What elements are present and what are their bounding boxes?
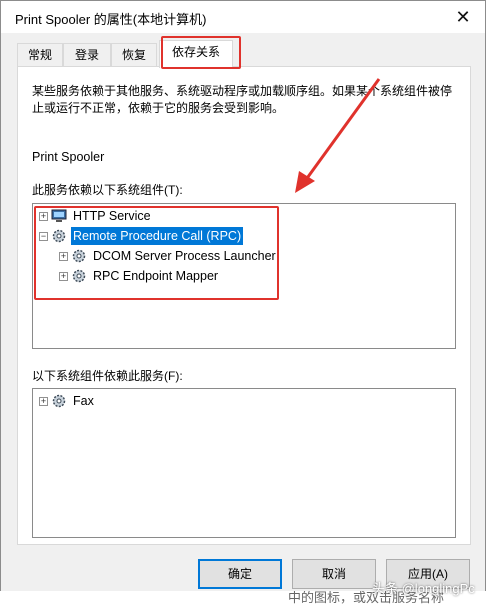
annotation-arrow-icon xyxy=(295,78,381,193)
annotation-tab-highlight xyxy=(161,36,241,69)
cancel-button[interactable]: 取消 xyxy=(292,559,376,589)
tab-logon[interactable]: 登录 xyxy=(63,43,111,67)
dependencies-description: 某些服务依赖于其他服务、系统驱动程序或加载顺序组。如果某个系统组件被停止或运行不… xyxy=(32,84,453,115)
service-name: Print Spooler xyxy=(32,150,105,164)
title-bar[interactable]: Print Spooler 的属性(本地计算机) ✕ xyxy=(1,1,485,33)
close-icon: ✕ xyxy=(455,7,471,27)
dependents-label: 以下系统组件依赖此服务(F): xyxy=(32,369,183,383)
service-gear-icon xyxy=(52,394,66,408)
tab-general[interactable]: 常规 xyxy=(17,43,63,67)
dependents-tree[interactable]: + Fax xyxy=(32,388,456,538)
properties-dialog: Print Spooler 的属性(本地计算机) ✕ 常规 登录 恢复 依存关系… xyxy=(0,0,486,596)
close-button[interactable]: ✕ xyxy=(449,3,477,31)
depends-on-label: 此服务依赖以下系统组件(T): xyxy=(32,183,183,197)
watermark: 头条 @longlingPc xyxy=(372,581,475,596)
dependencies-panel: 某些服务依赖于其他服务、系统驱动程序或加载顺序组。如果某个系统组件被停止或运行不… xyxy=(17,66,471,545)
window-title: Print Spooler 的属性(本地计算机) xyxy=(15,12,207,27)
annotation-dependency-highlight xyxy=(34,206,279,300)
ok-button[interactable]: 确定 xyxy=(198,559,282,589)
tree-node-label: Fax xyxy=(73,394,94,408)
tab-recovery[interactable]: 恢复 xyxy=(111,43,157,67)
expand-icon[interactable]: + xyxy=(39,397,48,406)
